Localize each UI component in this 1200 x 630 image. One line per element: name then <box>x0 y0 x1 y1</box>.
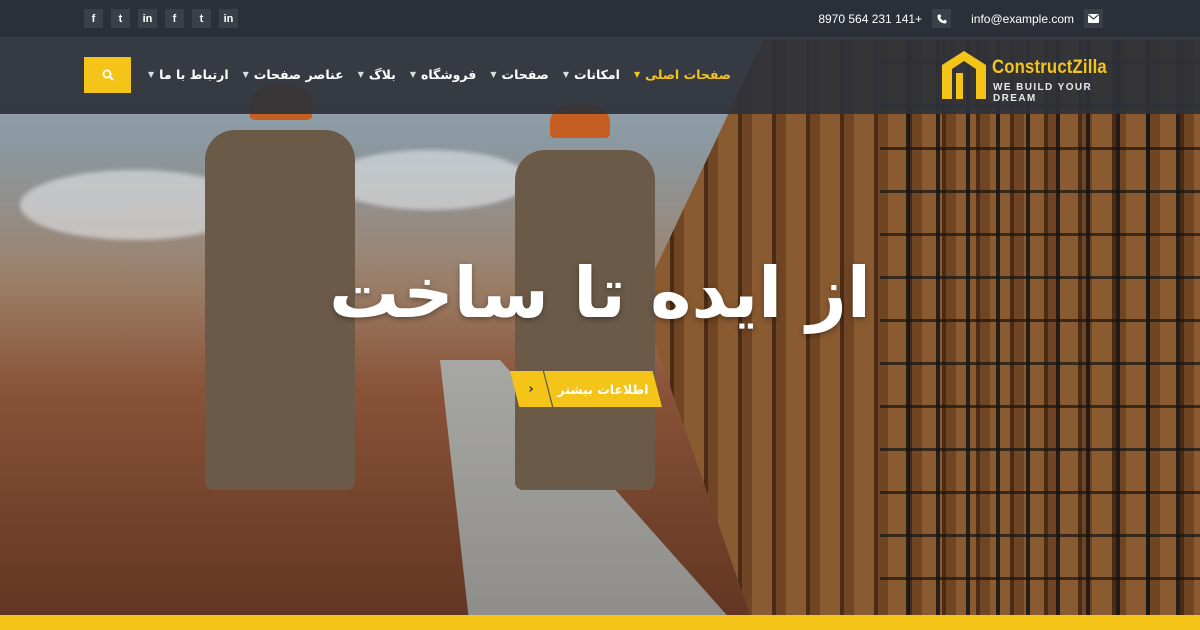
menu-item-shop[interactable]: ▼ فروشگاه <box>410 67 477 82</box>
social-links: f t in f t in <box>84 9 238 28</box>
chevron-down-icon: ▼ <box>242 70 249 79</box>
envelope-icon <box>1084 9 1103 28</box>
main-navbar: ▼ ارتباط با ما ▼ عناصر صفحات ▼ بلاگ ▼ فروشگا… <box>0 38 1200 114</box>
learn-more-label: اطلاعات بیشتر <box>544 371 662 407</box>
menu-item-label: بلاگ <box>368 67 396 82</box>
email-address[interactable]: info@example.com <box>971 12 1074 26</box>
twitter-icon[interactable]: t <box>111 9 130 28</box>
linkedin-icon[interactable]: in <box>219 9 238 28</box>
logo-building-icon <box>942 51 986 99</box>
search-button[interactable] <box>84 57 131 93</box>
facebook-icon[interactable]: f <box>165 9 184 28</box>
chevron-down-icon: ▼ <box>409 70 416 79</box>
phone-icon <box>932 9 952 28</box>
menu-item-features[interactable]: ▼ امکانات <box>563 67 620 82</box>
main-menu: ▼ ارتباط با ما ▼ عناصر صفحات ▼ بلاگ ▼ فروشگا… <box>148 67 731 82</box>
chevron-down-icon: ▼ <box>357 70 364 79</box>
top-bar: f t in f t in 8970 564 231 141+ info@exa… <box>0 0 1200 38</box>
linkedin-icon[interactable]: in <box>138 9 157 28</box>
hero-headline: از ایده تا ساخت <box>329 252 871 334</box>
menu-item-label: صفحات اصلی <box>645 67 731 82</box>
menu-item-label: صفحات <box>501 67 549 82</box>
menu-item-label: امکانات <box>574 67 620 82</box>
contact-info: 8970 564 231 141+ info@example.com <box>818 9 1103 28</box>
menu-item-label: ارتباط با ما <box>159 67 229 82</box>
logo-name: ConstructZilla <box>992 57 1107 78</box>
chevron-down-icon: ▼ <box>490 70 497 79</box>
chevron-down-icon: ▼ <box>562 70 570 79</box>
logo-tagline: WE BUILD YOUR DREAM <box>993 82 1093 104</box>
site-logo[interactable]: ConstructZilla WE BUILD YOUR DREAM <box>942 51 1132 104</box>
search-icon <box>102 69 114 81</box>
facebook-icon[interactable]: f <box>84 9 103 28</box>
cloud <box>330 150 530 210</box>
twitter-icon[interactable]: t <box>192 9 211 28</box>
menu-item-pages[interactable]: ▼ صفحات <box>490 67 549 82</box>
menu-item-label: عناصر صفحات <box>253 67 344 82</box>
menu-item-page-elements[interactable]: ▼ عناصر صفحات <box>243 67 344 82</box>
accent-strip <box>0 615 1200 630</box>
learn-more-button[interactable]: › اطلاعات بیشتر <box>510 371 662 407</box>
chevron-down-icon: ▼ <box>633 70 641 79</box>
chevron-down-icon: ▼ <box>148 70 155 79</box>
phone-number[interactable]: 8970 564 231 141+ <box>818 12 922 26</box>
menu-item-home[interactable]: ▼ صفحات اصلی <box>634 67 731 82</box>
menu-item-blog[interactable]: ▼ بلاگ <box>358 67 396 82</box>
menu-item-contact[interactable]: ▼ ارتباط با ما <box>148 67 229 82</box>
menu-item-label: فروشگاه <box>420 67 477 82</box>
